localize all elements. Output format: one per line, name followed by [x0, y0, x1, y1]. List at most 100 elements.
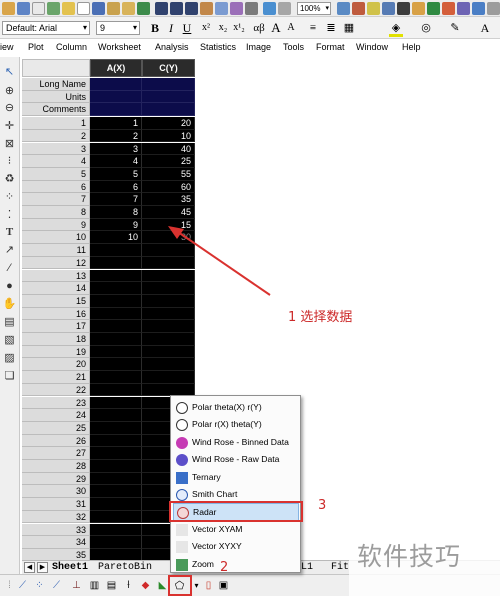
row-number[interactable]: 27: [22, 447, 90, 460]
align-icon[interactable]: ≣: [324, 21, 338, 35]
data-reader-icon[interactable]: ⊠: [2, 137, 17, 151]
row-number[interactable]: 25: [22, 421, 90, 435]
row-number[interactable]: 8: [22, 206, 90, 219]
print-icon[interactable]: [245, 2, 258, 15]
row-number[interactable]: 15: [22, 294, 90, 308]
image-tool-icon[interactable]: ▨: [2, 351, 17, 365]
graph-tool-icon[interactable]: ▧: [2, 333, 17, 347]
cell-c[interactable]: [142, 320, 195, 333]
row-number[interactable]: 4: [22, 155, 90, 168]
cell-a[interactable]: 9: [90, 218, 142, 232]
row-number[interactable]: 18: [22, 333, 90, 346]
cell-c[interactable]: 30: [142, 231, 195, 245]
tab-fragment-l1[interactable]: L1: [301, 561, 313, 574]
menu-view[interactable]: iew: [0, 42, 14, 52]
header-row-label[interactable]: Units: [22, 90, 90, 104]
underline-button[interactable]: U: [181, 21, 193, 35]
cell-a[interactable]: [90, 294, 142, 308]
menu-analysis[interactable]: Analysis: [155, 42, 189, 52]
save-icon[interactable]: [155, 2, 168, 15]
border-icon[interactable]: ▦: [342, 21, 356, 35]
mask-icon[interactable]: ⁘: [2, 190, 17, 204]
cell-c[interactable]: [142, 371, 195, 384]
row-number[interactable]: 6: [22, 180, 90, 194]
row-number[interactable]: 32: [22, 510, 90, 524]
worksheet-icon[interactable]: [32, 2, 45, 15]
menu-item-wind-rose-binned[interactable]: Wind Rose - Binned Data: [173, 434, 299, 451]
menu-item-zoom[interactable]: Zoom: [173, 556, 299, 573]
row-number[interactable]: 1: [22, 117, 90, 130]
header-cell-c[interactable]: [142, 103, 195, 117]
cell-c[interactable]: [142, 294, 195, 308]
cell-a[interactable]: [90, 345, 142, 359]
menu-item-wind-rose-raw[interactable]: Wind Rose - Raw Data: [173, 451, 299, 468]
italic-button[interactable]: I: [165, 21, 177, 35]
cell-a[interactable]: 3: [90, 142, 142, 156]
shrink-font-button[interactable]: A: [286, 21, 296, 35]
row-number[interactable]: 26: [22, 434, 90, 448]
menu-image[interactable]: Image: [246, 42, 271, 52]
multi-curve-icon[interactable]: ⊥: [69, 579, 84, 593]
font-size-select[interactable]: 9 ▾: [96, 21, 140, 35]
zoom-select[interactable]: 100%: [297, 2, 331, 15]
row-number[interactable]: 31: [22, 498, 90, 511]
header-cell-c[interactable]: [142, 90, 195, 104]
cell-c[interactable]: 55: [142, 167, 195, 181]
cell-c[interactable]: 15: [142, 218, 195, 232]
cell-a[interactable]: 10: [90, 231, 142, 245]
notes-icon[interactable]: [62, 2, 75, 15]
table-icon[interactable]: [2, 2, 15, 15]
cell-a[interactable]: [90, 282, 142, 295]
cell-a[interactable]: [90, 358, 142, 372]
cell-a[interactable]: [90, 269, 142, 283]
cell-a[interactable]: [90, 409, 142, 422]
cell-a[interactable]: 1: [90, 117, 142, 130]
menu-window[interactable]: Window: [356, 42, 388, 52]
save-template-icon[interactable]: [170, 2, 183, 15]
zoom-in-icon[interactable]: [337, 2, 350, 15]
cell-c[interactable]: [142, 269, 195, 283]
stacked-plot-icon[interactable]: ƚ: [121, 579, 136, 593]
text-tool-icon[interactable]: T: [2, 225, 17, 239]
open-icon[interactable]: [107, 2, 120, 15]
cell-a[interactable]: [90, 523, 142, 537]
duplicate-icon[interactable]: [278, 2, 291, 15]
extra-icon[interactable]: [487, 2, 500, 15]
header-cell-a[interactable]: [90, 103, 142, 117]
cell-a[interactable]: [90, 460, 142, 473]
grow-font-button[interactable]: A: [270, 21, 282, 35]
greek-button[interactable]: αβ: [251, 21, 267, 35]
import-icon[interactable]: [200, 2, 213, 15]
cell-a[interactable]: [90, 434, 142, 448]
superscript-button[interactable]: x²: [199, 21, 213, 35]
cell-c[interactable]: 35: [142, 193, 195, 206]
folder-icon[interactable]: [122, 2, 135, 15]
results-log-icon[interactable]: [367, 2, 380, 15]
cell-c[interactable]: 10: [142, 129, 195, 143]
tab-prev-icon[interactable]: ◀: [24, 562, 35, 573]
row-number[interactable]: 28: [22, 460, 90, 473]
row-number[interactable]: 14: [22, 282, 90, 295]
header-cell-a[interactable]: [90, 90, 142, 104]
cell-c[interactable]: [142, 244, 195, 257]
cell-a[interactable]: [90, 396, 142, 410]
line-symbol-plot-icon[interactable]: ⟋: [49, 579, 64, 593]
menu-statistics[interactable]: Statistics: [200, 42, 236, 52]
font-color-icon[interactable]: A: [478, 21, 492, 35]
menu-worksheet[interactable]: Worksheet: [98, 42, 141, 52]
cell-a[interactable]: 2: [90, 129, 142, 143]
tab-fragment-fit[interactable]: Fit: [331, 561, 349, 574]
cell-c[interactable]: [142, 345, 195, 359]
cell-a[interactable]: 8: [90, 206, 142, 219]
row-number[interactable]: 7: [22, 193, 90, 206]
ellipse-tool-icon[interactable]: ●: [2, 279, 17, 293]
row-number[interactable]: 23: [22, 396, 90, 410]
scatter-plot-icon[interactable]: ⁘: [32, 579, 47, 593]
font-select[interactable]: Default: Arial ▾: [2, 21, 90, 35]
row-number[interactable]: 24: [22, 409, 90, 422]
header-row-label[interactable]: Comments: [22, 103, 90, 117]
template-library-icon[interactable]: ▣: [216, 579, 231, 593]
menu-format[interactable]: Format: [316, 42, 345, 52]
import-single-icon[interactable]: [215, 2, 228, 15]
row-number[interactable]: 20: [22, 358, 90, 372]
